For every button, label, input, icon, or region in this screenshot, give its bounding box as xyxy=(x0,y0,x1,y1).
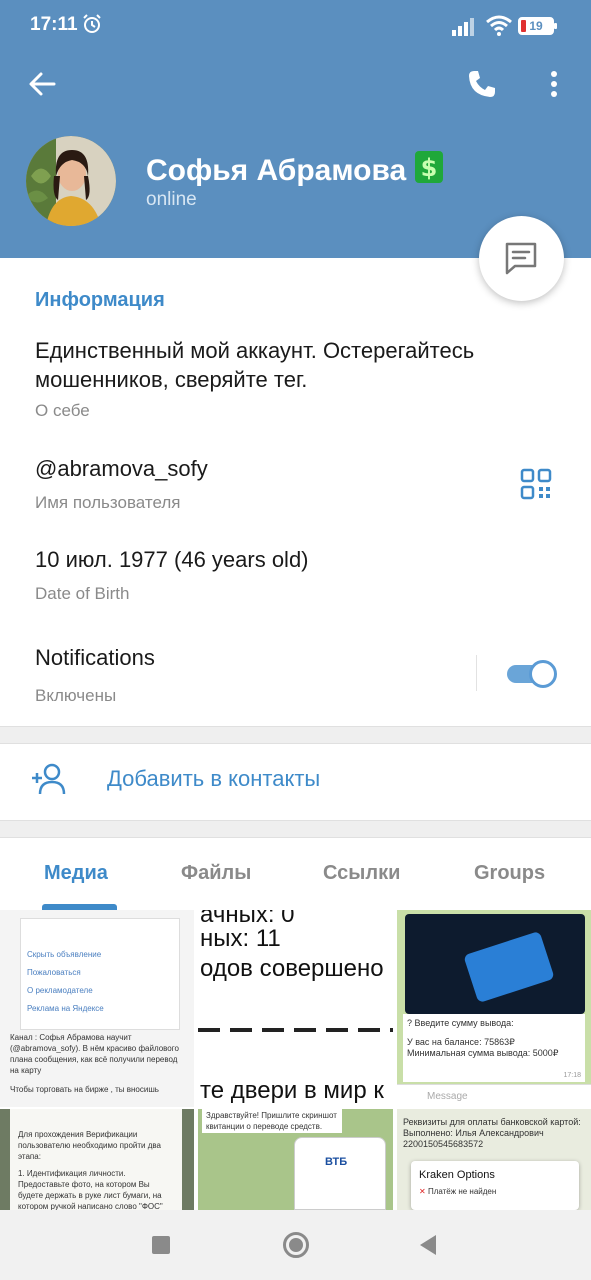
bank-card-icon xyxy=(463,930,555,1004)
phone-screenshot: ВТБ xyxy=(294,1137,386,1210)
media-caption: Для прохождения Верификации пользователю… xyxy=(18,1130,162,1161)
dob-text: 10 июл. 1977 (46 years old) xyxy=(35,547,309,572)
bio-label: О себе xyxy=(35,401,90,420)
media-thumbnail[interactable]: Скрыть объявление Пожаловаться О рекламо… xyxy=(0,910,194,1107)
profile-name: Софья Абрамова $ xyxy=(146,150,444,188)
qr-code-icon[interactable] xyxy=(520,468,552,500)
dialog-text: ✕ Платёж не найден xyxy=(419,1186,571,1197)
profile-name-text: Софья Абрамова xyxy=(146,154,407,187)
message-time: 17:18 xyxy=(563,1072,581,1079)
divider xyxy=(476,655,477,691)
section-divider xyxy=(0,820,591,838)
media-text-line: те двери в мир к xyxy=(200,1077,384,1104)
avatar-photo xyxy=(26,136,116,226)
signal-icon xyxy=(452,18,474,36)
android-nav-bar xyxy=(0,1210,591,1280)
bot-minimum: Минимальная сумма вывода: 5000₽ xyxy=(407,1048,559,1058)
dialog-title: Kraken Options xyxy=(419,1169,495,1181)
ad-menu: Скрыть объявление Пожаловаться О рекламо… xyxy=(20,918,180,1030)
add-user-icon[interactable] xyxy=(30,762,70,796)
recent-apps-button[interactable] xyxy=(152,1236,170,1254)
battery-indicator: 19 xyxy=(518,17,557,35)
media-caption: Канал : Софья Абрамова научит (@abramova… xyxy=(10,1033,179,1075)
bot-prompt: ? Введите сумму вывода: xyxy=(407,1018,514,1028)
media-thumbnail[interactable]: Для прохождения Верификации пользователю… xyxy=(0,1109,194,1210)
message-input-bar: Message xyxy=(397,1084,591,1107)
online-status: online xyxy=(146,189,197,210)
media-thumbnail[interactable]: Здравствуйте! Пришлите скриншот квитанци… xyxy=(198,1109,393,1210)
bank-logo: ВТБ xyxy=(325,1156,348,1168)
phone-icon[interactable] xyxy=(466,68,498,100)
avatar[interactable] xyxy=(26,136,116,226)
more-vertical-icon[interactable] xyxy=(540,68,568,100)
chat-bubble-text: Здравствуйте! Пришлите скриншот квитанци… xyxy=(206,1111,337,1131)
info-section-title: Информация xyxy=(35,289,165,311)
media-caption: Реквизиты для оплаты банковской картой: xyxy=(403,1117,581,1127)
tab-media[interactable]: Медиа xyxy=(44,862,108,885)
status-time: 17:11 xyxy=(30,14,78,35)
section-divider xyxy=(0,726,591,744)
notifications-state: Включены xyxy=(35,686,117,705)
ad-menu-item: Скрыть объявление xyxy=(27,950,102,959)
nav-back-icon[interactable] xyxy=(418,1234,438,1256)
notifications-title[interactable]: Notifications xyxy=(35,645,155,671)
bot-message: ? Введите сумму вывода: У вас на балансе… xyxy=(403,1014,585,1082)
media-grid: Скрыть объявление Пожаловаться О рекламо… xyxy=(0,910,591,1210)
tab-groups[interactable]: Groups xyxy=(474,862,545,885)
media-tabs: Медиа Файлы Ссылки Groups xyxy=(0,838,591,910)
tab-files[interactable]: Файлы xyxy=(181,862,251,885)
media-text-line: одов совершено xyxy=(200,955,384,982)
media-thumbnail[interactable]: Реквизиты для оплаты банковской картой: … xyxy=(397,1109,591,1210)
bio-text[interactable]: Единственный мой аккаунт. Остерегайтесь … xyxy=(35,336,555,394)
photo-of-screen: Для прохождения Верификации пользователю… xyxy=(10,1109,182,1210)
svg-text:$: $ xyxy=(421,154,438,182)
media-thumbnail[interactable]: ачных: 0 ных: 11 одов совершено те двери… xyxy=(198,910,393,1107)
ad-menu-item: Реклама на Яндексе xyxy=(27,1004,104,1013)
add-to-contacts-button[interactable]: Добавить в контакты xyxy=(107,766,320,792)
wifi-icon xyxy=(486,15,512,36)
error-icon: ✕ xyxy=(419,1187,426,1196)
home-button[interactable] xyxy=(283,1232,309,1258)
media-thumbnail[interactable]: ? Введите сумму вывода: У вас на балансе… xyxy=(397,910,591,1107)
alarm-icon xyxy=(83,14,101,33)
media-caption: 2200150545683572 xyxy=(403,1139,484,1149)
dashed-divider xyxy=(198,1028,393,1032)
message-button[interactable] xyxy=(479,216,564,301)
chat-bubble: Здравствуйте! Пришлите скриншот квитанци… xyxy=(202,1109,342,1133)
dialog-box: Kraken Options ✕ Платёж не найден xyxy=(411,1161,579,1210)
dialog-message: Платёж не найден xyxy=(427,1187,497,1196)
notifications-toggle[interactable] xyxy=(507,660,557,688)
status-bar: 17:11 19 xyxy=(0,0,591,52)
message-icon xyxy=(505,242,537,275)
tab-links[interactable]: Ссылки xyxy=(323,862,400,885)
toggle-knob xyxy=(529,660,557,688)
username-text[interactable]: @abramova_sofy xyxy=(35,456,208,482)
media-text-line: ных: 11 xyxy=(200,925,281,952)
dob-label: Date of Birth xyxy=(35,584,130,603)
arrow-left-icon[interactable] xyxy=(26,68,58,100)
ad-menu-item: Пожаловаться xyxy=(27,968,81,977)
media-caption: Выполнено: Илья Александрович xyxy=(403,1128,544,1138)
media-caption: 1. Идентификация личности. Предоставьте … xyxy=(18,1169,163,1210)
dollar-emoji-icon: $ xyxy=(415,151,444,183)
message-input: Message xyxy=(427,1091,468,1102)
username-label: Имя пользователя xyxy=(35,493,181,512)
bot-balance: У вас на балансе: 75863₽ xyxy=(407,1037,515,1047)
ad-menu-item: О рекламодателе xyxy=(27,986,93,995)
card-image xyxy=(405,914,585,1014)
media-caption: Чтобы торговать на бирже , ты вносишь xyxy=(10,1085,159,1094)
